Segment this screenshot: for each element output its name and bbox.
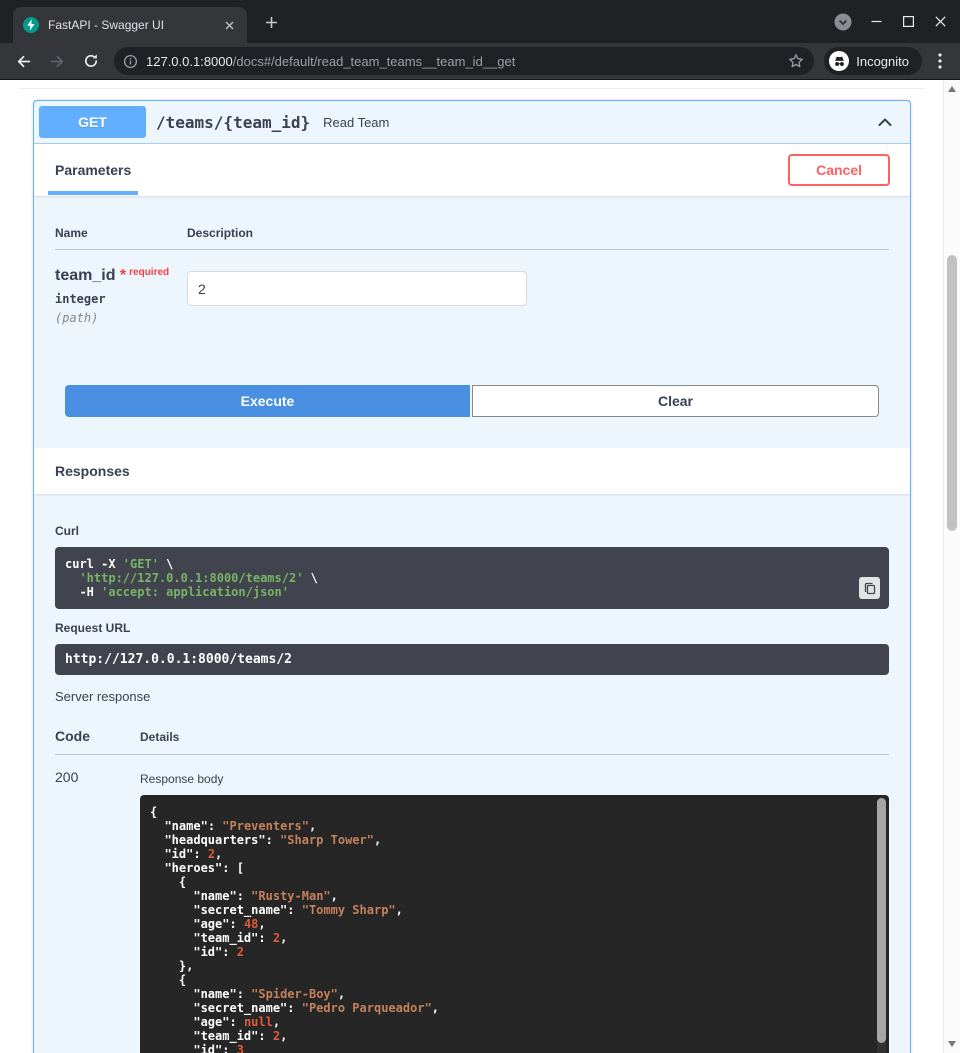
section-divider <box>19 88 925 89</box>
opblock-summary[interactable]: GET /teams/{team_id} Read Team <box>34 101 910 144</box>
response-body-block: { "name": "Preventers", "headquarters": … <box>140 795 889 1053</box>
parameter-type: integer <box>55 292 187 306</box>
incognito-spy-icon <box>829 51 849 71</box>
back-button[interactable] <box>9 47 37 75</box>
minimize-button[interactable] <box>860 0 892 43</box>
responses-header: Responses <box>34 448 910 494</box>
request-url-value: http://127.0.0.1:8000/teams/2 <box>55 644 889 675</box>
response-table-head: Code Details <box>55 704 889 755</box>
collapse-chevron-up-icon[interactable] <box>873 110 897 134</box>
endpoint-summary: Read Team <box>323 115 389 130</box>
url-path: /docs#/default/read_team_teams__team_id_… <box>233 54 516 69</box>
copy-to-clipboard-icon[interactable] <box>859 577 880 599</box>
response-body-title: Response body <box>140 769 889 795</box>
browser-menu-icon[interactable] <box>926 47 954 75</box>
maximize-button[interactable] <box>892 0 924 43</box>
request-url-title: Request URL <box>55 609 889 644</box>
clear-button[interactable]: Clear <box>472 385 879 417</box>
close-button[interactable] <box>924 0 956 43</box>
tab-close-icon[interactable] <box>221 17 238 34</box>
reload-button[interactable] <box>77 47 105 75</box>
page-scrollbar-thumb[interactable] <box>947 255 957 531</box>
execute-row: Execute Clear <box>55 325 889 448</box>
tab-search-icon[interactable] <box>826 5 860 39</box>
response-scrollbar-thumb[interactable] <box>877 798 886 1043</box>
scrollbar-up-arrow-icon[interactable] <box>948 86 956 92</box>
status-code: 200 <box>55 769 140 1053</box>
column-description: Description <box>187 226 253 240</box>
parameter-location: (path) <box>55 311 187 325</box>
responses-title: Responses <box>55 463 130 479</box>
curl-block: curl -X 'GET' \ 'http://127.0.0.1:8000/t… <box>55 547 889 609</box>
responses-body: Curl curl -X 'GET' \ 'http://127.0.0.1:8… <box>34 494 910 1053</box>
tab-parameters[interactable]: Parameters <box>48 145 138 195</box>
forward-button[interactable] <box>43 47 71 75</box>
parameters-table-head: Name Description <box>55 196 889 250</box>
url-text: 127.0.0.1:8000/docs#/default/read_team_t… <box>146 54 788 69</box>
address-bar[interactable]: 127.0.0.1:8000/docs#/default/read_team_t… <box>114 47 814 75</box>
scrollbar-down-arrow-icon[interactable] <box>948 1041 956 1047</box>
column-code: Code <box>55 728 140 744</box>
tab-title: FastAPI - Swagger UI <box>48 18 221 32</box>
endpoint-path: /teams/{team_id} <box>156 113 310 132</box>
required-label: required <box>129 267 169 278</box>
team-id-input[interactable] <box>187 271 527 306</box>
column-details: Details <box>140 730 179 744</box>
incognito-label: Incognito <box>856 54 909 69</box>
parameter-value-cell <box>187 267 527 325</box>
param-name-text: team_id <box>55 267 115 284</box>
opblock-get-read-team: GET /teams/{team_id} Read Team Parameter… <box>33 100 911 1053</box>
tab-bar: FastAPI - Swagger UI <box>0 0 960 43</box>
server-response-title: Server response <box>55 675 889 704</box>
window-controls <box>826 0 956 43</box>
parameter-name: team_id *required <box>55 267 187 285</box>
page-scrollbar[interactable] <box>943 80 960 1053</box>
execute-button[interactable]: Execute <box>65 385 470 417</box>
response-details-cell: Response body { "name": "Preventers", "h… <box>140 769 889 1053</box>
url-host: 127.0.0.1:8000 <box>146 54 233 69</box>
curl-title: Curl <box>55 494 889 547</box>
curl-code: curl -X 'GET' \ 'http://127.0.0.1:8000/t… <box>65 557 879 599</box>
swagger-page: GET /teams/{team_id} Read Team Parameter… <box>0 80 960 1053</box>
browser-tab[interactable]: FastAPI - Swagger UI <box>13 7 247 43</box>
browser-window: FastAPI - Swagger UI <box>0 0 960 1053</box>
site-info-icon[interactable] <box>123 54 138 69</box>
bookmark-star-icon[interactable] <box>788 53 804 69</box>
fastapi-favicon-icon <box>23 17 39 33</box>
required-asterisk: * <box>115 267 126 284</box>
browser-toolbar: 127.0.0.1:8000/docs#/default/read_team_t… <box>0 43 960 80</box>
column-name: Name <box>55 226 187 240</box>
cancel-button[interactable]: Cancel <box>788 154 890 186</box>
response-row: 200 Response body { "name": "Preventers"… <box>55 755 889 1053</box>
response-body-code: { "name": "Preventers", "headquarters": … <box>150 805 863 1053</box>
parameters-body: Name Description team_id *required integ… <box>34 196 910 448</box>
parameter-row: team_id *required integer (path) <box>55 250 889 325</box>
parameter-name-cell: team_id *required integer (path) <box>55 267 187 325</box>
parameters-header: Parameters Cancel <box>34 144 910 196</box>
http-method-badge: GET <box>39 106 146 138</box>
incognito-badge: Incognito <box>824 47 922 75</box>
new-tab-button[interactable] <box>259 10 283 34</box>
